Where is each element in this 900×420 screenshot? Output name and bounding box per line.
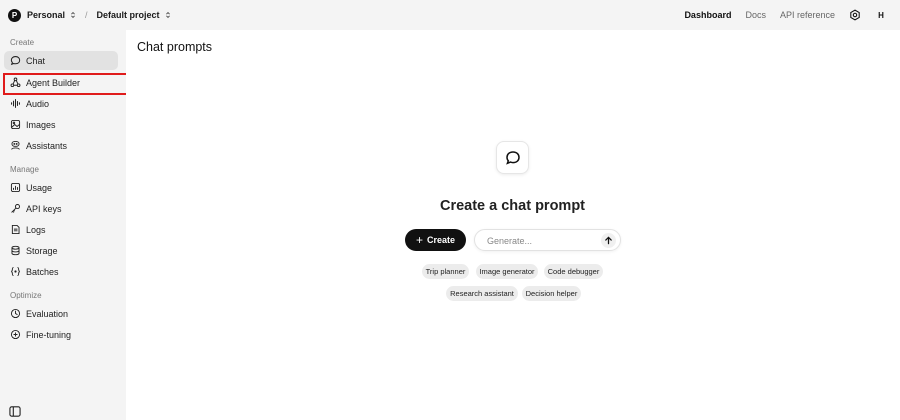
- sidebar-item-label: Storage: [26, 245, 58, 256]
- sidebar-item-label: Assistants: [26, 140, 68, 151]
- section-label-create: Create: [10, 38, 35, 47]
- user-avatar[interactable]: H: [873, 7, 889, 23]
- main-panel: Chat prompts Create a chat prompt + Crea…: [126, 30, 900, 420]
- org-avatar[interactable]: P: [8, 8, 21, 22]
- send-button[interactable]: [601, 233, 616, 248]
- suggestion-chip-trip-planner[interactable]: Trip planner: [422, 264, 469, 279]
- nav-api-reference[interactable]: API reference: [780, 10, 835, 20]
- plus-icon: +: [415, 233, 423, 247]
- key-icon: [11, 204, 20, 213]
- generate-field[interactable]: [474, 229, 621, 251]
- assistants-icon: [11, 141, 20, 150]
- project-switcher[interactable]: Default project: [97, 10, 160, 20]
- sidebar-item-label: Fine-tuning: [26, 329, 72, 340]
- sidebar-item-images[interactable]: Images: [4, 115, 118, 134]
- logs-icon: [11, 224, 20, 235]
- generate-input[interactable]: [487, 234, 597, 247]
- suggestion-chip-image-generator[interactable]: Image generator: [476, 264, 538, 279]
- suggestion-chip-research-assistant[interactable]: Research assistant: [446, 286, 518, 301]
- chevron-updown-icon[interactable]: [69, 11, 77, 19]
- batches-icon: [11, 267, 20, 276]
- sidebar-item-label: Logs: [26, 224, 46, 235]
- storage-icon: [11, 245, 20, 256]
- evaluation-icon: [10, 308, 21, 319]
- sidebar-item-label: Usage: [26, 182, 53, 193]
- sidebar-item-label: Audio: [26, 98, 50, 109]
- agent-builder-highlight: [3, 73, 139, 95]
- section-label-manage: Manage: [10, 165, 39, 174]
- sidebar-item-fine-tuning[interactable]: Fine-tuning: [4, 325, 118, 344]
- sidebar-item-label: Evaluation: [26, 308, 69, 319]
- page-title: Chat prompts: [137, 40, 213, 54]
- chat-bubble-icon: [10, 56, 21, 66]
- fine-tuning-icon: [10, 329, 21, 340]
- sidebar-toggle-icon[interactable]: [9, 406, 21, 417]
- top-bar: P Personal / Default project Dashboard D…: [0, 0, 900, 30]
- top-nav: Dashboard Docs API reference H: [684, 7, 892, 23]
- breadcrumb-separator: /: [85, 10, 88, 20]
- empty-state-icon-box: [496, 141, 529, 174]
- sidebar-item-label: Batches: [26, 266, 59, 277]
- sidebar-item-usage[interactable]: Usage: [4, 178, 118, 197]
- sidebar-item-logs[interactable]: Logs: [4, 220, 118, 239]
- usage-chart-icon: [10, 182, 21, 193]
- sidebar-item-api-keys[interactable]: API keys: [4, 199, 118, 218]
- suggestion-chip-code-debugger[interactable]: Code debugger: [544, 264, 603, 279]
- audio-waveform-icon: [11, 99, 20, 108]
- create-button-label: Create: [427, 235, 456, 245]
- sidebar-item-label: Images: [26, 119, 56, 130]
- nav-docs[interactable]: Docs: [745, 10, 766, 20]
- section-label-optimize: Optimize: [10, 291, 42, 300]
- sidebar-item-audio[interactable]: Audio: [4, 94, 118, 113]
- nav-dashboard[interactable]: Dashboard: [684, 10, 731, 20]
- sidebar-item-chat[interactable]: Chat: [4, 51, 118, 70]
- suggestion-chip-decision-helper[interactable]: Decision helper: [522, 286, 581, 301]
- gear-icon[interactable]: [849, 9, 861, 21]
- image-icon: [10, 119, 21, 130]
- sidebar-item-storage[interactable]: Storage: [4, 241, 118, 260]
- chevron-updown-icon[interactable]: [164, 11, 172, 19]
- sidebar-item-label: API keys: [26, 203, 62, 214]
- chat-bubble-icon: [505, 150, 520, 165]
- empty-state-heading: Create a chat prompt: [439, 198, 586, 214]
- sidebar-item-label: Chat: [26, 55, 46, 66]
- create-button[interactable]: + Create: [405, 229, 466, 251]
- org-switcher[interactable]: Personal: [27, 10, 65, 20]
- sidebar-item-batches[interactable]: Batches: [4, 262, 118, 281]
- sidebar-item-assistants[interactable]: Assistants: [4, 136, 118, 155]
- arrow-up-icon: [605, 236, 612, 245]
- sidebar-item-evaluation[interactable]: Evaluation: [4, 304, 118, 323]
